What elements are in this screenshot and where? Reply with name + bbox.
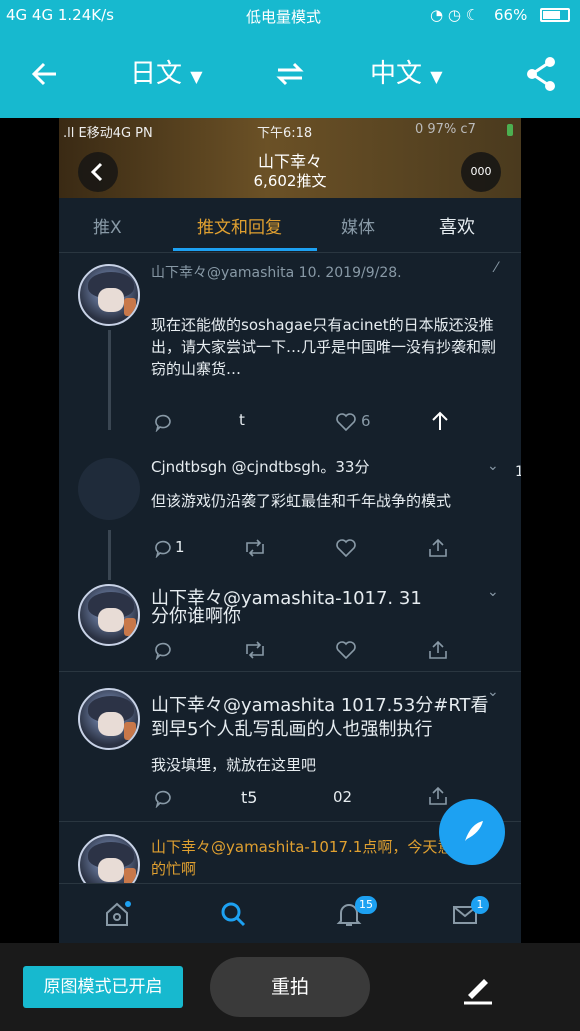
reply-count: 1 xyxy=(175,538,185,556)
chevron-down-icon[interactable]: ⌄ xyxy=(487,458,499,474)
profile-header: .ll E移动4G PN 下午6:18 0 97% c7 山下幸々 6,602推… xyxy=(59,118,521,198)
avatar[interactable] xyxy=(78,264,140,326)
like-count[interactable]: 02 xyxy=(333,788,352,806)
tweet-item[interactable]: Cjndtbsgh @cjndtbsgh。33分 ⌄ 1 但该游戏仍沿袭了彩虹最… xyxy=(59,448,521,568)
like-icon[interactable] xyxy=(335,412,357,432)
compose-tweet-button[interactable] xyxy=(439,799,505,865)
retweet-count[interactable]: t xyxy=(239,411,245,429)
twitter-screenshot: .ll E移动4G PN 下午6:18 0 97% c7 山下幸々 6,602推… xyxy=(59,118,521,943)
thread-line xyxy=(108,330,111,430)
tweet-item[interactable]: 山下幸々@yamashita-1017. 31 ⌄ 分你谁啊你 xyxy=(59,574,521,670)
bottom-controls: 原图模式已开启 重拍 xyxy=(0,943,580,1031)
tweet-item[interactable]: 山下幸々@yamashita 1017.53分#RT看到早5个人乱写乱画的人也强… xyxy=(59,674,521,814)
reply-icon[interactable] xyxy=(153,538,173,558)
network-speed: 4G 4G 1.24K/s xyxy=(6,6,114,24)
tweet-author: 山下幸々@yamashita 10. 2019/9/28. xyxy=(151,265,402,281)
tweet-text: 但该游戏仍沿袭了彩虹最佳和千年战争的模式 xyxy=(151,492,452,510)
chevron-down-icon: ▼ xyxy=(430,67,443,86)
active-tab-indicator xyxy=(173,248,317,251)
swap-languages-button[interactable] xyxy=(274,54,306,94)
reply-icon[interactable] xyxy=(153,412,173,432)
side-mark: 1 xyxy=(515,464,521,480)
tweet-item[interactable]: 山下幸々@yamashita 10. 2019/9/28. ⁄ 现在还能做的so… xyxy=(59,254,521,434)
avatar[interactable] xyxy=(78,584,140,646)
original-mode-toggle[interactable]: 原图模式已开启 xyxy=(23,966,183,1008)
reply-icon[interactable] xyxy=(153,788,173,808)
battery-level: 66% xyxy=(494,6,528,24)
chevron-down-icon[interactable]: ⁄ xyxy=(495,260,497,276)
phone-battery: 0 97% c7 xyxy=(415,122,476,137)
source-language-label: 日文 xyxy=(130,59,183,89)
profile-tabs: 推X 推文和回复 媒体 喜欢 xyxy=(59,198,521,253)
power-saving-mode: 低电量模式 xyxy=(246,8,322,26)
share-button[interactable] xyxy=(524,54,558,94)
profile-name: 山下幸々 xyxy=(257,152,322,171)
retweet-icon[interactable] xyxy=(243,640,267,660)
bottom-navigation: 15 1 xyxy=(59,883,521,943)
share-icon[interactable] xyxy=(427,640,449,660)
battery-icon xyxy=(507,124,513,136)
search-icon[interactable] xyxy=(219,900,247,928)
captured-image-area: .ll E移动4G PN 下午6:18 0 97% c7 山下幸々 6,602推… xyxy=(0,118,580,943)
avatar[interactable] xyxy=(78,688,140,750)
phone-time: 下午6:18 xyxy=(257,126,313,141)
tweet-text: 我没填埋，就放在这里吧 xyxy=(151,756,317,774)
tab-media[interactable]: 媒体 xyxy=(341,213,375,238)
target-language-select[interactable]: 中文 ▼ xyxy=(370,54,443,94)
tweet-author: 山下幸々@yamashita-1017.1点啊，今天意外的忙啊 xyxy=(151,838,468,878)
share-arrow-icon[interactable] xyxy=(429,410,451,432)
reply-icon[interactable] xyxy=(153,640,173,660)
chevron-down-icon[interactable]: ⌄ xyxy=(487,684,499,700)
tab-tweets-and-replies[interactable]: 推文和回复 xyxy=(197,213,282,238)
edit-icon[interactable] xyxy=(460,969,496,1005)
tweet-author: Cjndtbsgh @cjndtbsgh。33分 xyxy=(151,458,370,476)
phone-carrier: .ll E移动4G PN xyxy=(63,126,153,141)
avatar[interactable] xyxy=(78,458,140,520)
source-language-select[interactable]: 日文 ▼ xyxy=(130,54,203,94)
home-icon[interactable] xyxy=(103,900,131,928)
tweet-count: 6,602推文 xyxy=(253,172,327,190)
tweet-text: 现在还能做的soshagae只有acinet的日本版还没推出，请大家尝试一下…几… xyxy=(151,316,497,378)
android-status-bar: 4G 4G 1.24K/s 低电量模式 ◔ ◷ ☾ 66% xyxy=(0,0,580,30)
translator-toolbar: 日文 ▼ 中文 ▼ xyxy=(0,30,580,118)
target-language-label: 中文 xyxy=(370,59,423,89)
tab-tweets[interactable]: 推X xyxy=(93,213,122,238)
messages-badge: 1 xyxy=(471,896,489,914)
tab-likes[interactable]: 喜欢 xyxy=(439,213,475,239)
retake-button[interactable]: 重拍 xyxy=(210,957,370,1017)
status-icons: ◔ ◷ ☾ xyxy=(430,6,480,24)
retweet-count[interactable]: t5 xyxy=(241,788,257,807)
like-icon[interactable] xyxy=(335,640,357,660)
like-icon[interactable] xyxy=(335,538,357,558)
retweet-icon[interactable] xyxy=(243,538,267,558)
avatar[interactable] xyxy=(78,834,140,884)
more-options-button[interactable]: 000 xyxy=(461,152,501,192)
divider xyxy=(59,671,521,672)
thread-line xyxy=(108,530,111,580)
battery-icon xyxy=(540,8,570,22)
notifications-badge: 15 xyxy=(355,896,377,914)
chevron-down-icon: ▼ xyxy=(190,67,203,86)
tweet-text: 分你谁啊你 xyxy=(151,606,241,627)
tweet-author: 山下幸々@yamashita 1017.53分#RT看到早5个人乱写乱画的人也强… xyxy=(151,695,489,740)
share-icon[interactable] xyxy=(427,538,449,558)
back-button[interactable] xyxy=(30,54,60,94)
like-count: 6 xyxy=(361,412,371,430)
chevron-down-icon[interactable]: ⌄ xyxy=(487,584,499,600)
